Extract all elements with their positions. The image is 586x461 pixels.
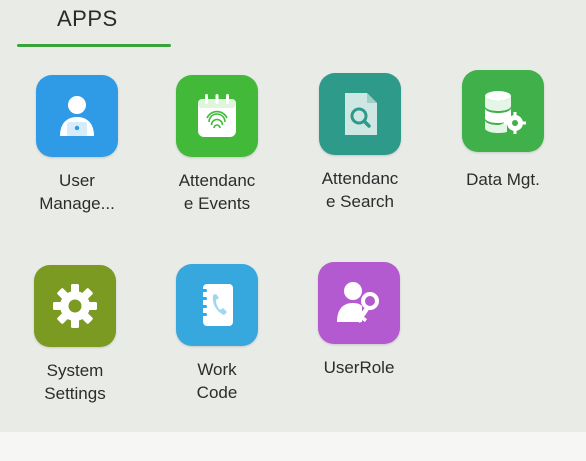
- app-label: Attendanc e Events: [178, 171, 256, 213]
- app-label: System Settings: [44, 361, 106, 403]
- app-user-role[interactable]: UserRole: [294, 262, 424, 422]
- app-system-settings[interactable]: System Settings: [10, 265, 140, 425]
- app-attendance-events[interactable]: Attendanc e Events: [152, 75, 282, 235]
- work-code-icon: [176, 264, 258, 346]
- app-attendance-search[interactable]: Attendanc e Search: [295, 73, 425, 233]
- app-label: Attendanc e Search: [321, 169, 399, 211]
- app-label: UserRole: [323, 358, 395, 377]
- data-management-icon: [462, 70, 544, 152]
- system-settings-icon: [34, 265, 116, 347]
- apps-grid: User Manage... Attendanc e Events Attend…: [0, 0, 586, 461]
- app-data-management[interactable]: Data Mgt.: [438, 70, 568, 230]
- app-label: User Manage...: [39, 171, 115, 213]
- app-label: Work Code: [196, 360, 238, 402]
- app-work-code[interactable]: Work Code: [152, 264, 282, 424]
- app-user-management[interactable]: User Manage...: [12, 75, 142, 235]
- app-label: Data Mgt.: [466, 170, 540, 189]
- attendance-events-icon: [176, 75, 258, 157]
- user-role-icon: [318, 262, 400, 344]
- user-management-icon: [36, 75, 118, 157]
- attendance-search-icon: [319, 73, 401, 155]
- bottom-edge: [0, 432, 586, 461]
